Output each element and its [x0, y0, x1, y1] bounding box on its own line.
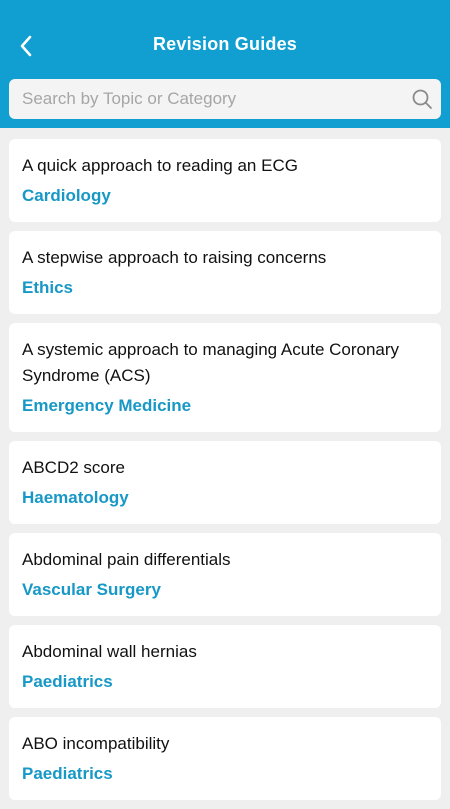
- guide-title: ABO incompatibility: [22, 734, 170, 753]
- app-header: Revision Guides: [0, 0, 450, 128]
- guide-title: A quick approach to reading an ECG: [22, 156, 298, 175]
- guide-category: Cardiology: [22, 186, 111, 205]
- guide-category: Paediatrics: [22, 764, 113, 783]
- guide-category: Ethics: [22, 278, 74, 297]
- search-input[interactable]: [9, 79, 399, 119]
- search-icon[interactable]: [411, 88, 433, 110]
- guide-title: A stepwise approach to raising concerns: [22, 248, 327, 267]
- page-title: Revision Guides: [152, 34, 298, 54]
- guide-title: Abdominal wall hernias: [22, 642, 197, 661]
- guide-card[interactable]: A systemic approach to managing Acute Co…: [9, 323, 441, 432]
- guide-card[interactable]: Abdominal pain differentials Vascular Su…: [9, 533, 441, 616]
- guide-category: Paediatrics: [22, 672, 113, 691]
- guide-category: Vascular Surgery: [22, 580, 161, 599]
- guide-category: Emergency Medicine: [22, 396, 192, 415]
- guide-card[interactable]: Abdominal wall hernias Paediatrics: [9, 625, 441, 708]
- guide-title: Abdominal pain differentials: [22, 550, 231, 569]
- search-bar[interactable]: [9, 79, 441, 119]
- guide-card[interactable]: A stepwise approach to raising concerns …: [9, 231, 441, 314]
- guide-card[interactable]: ABCD2 score Haematology: [9, 441, 441, 524]
- guide-title: A systemic approach to managing Acute Co…: [22, 340, 400, 385]
- guide-title: ABCD2 score: [22, 458, 125, 477]
- guide-card[interactable]: A quick approach to reading an ECG Cardi…: [9, 139, 441, 222]
- guide-card[interactable]: ABO incompatibility Paediatrics: [9, 717, 441, 800]
- guide-list: A quick approach to reading an ECG Cardi…: [9, 139, 441, 809]
- guide-category: Haematology: [22, 488, 129, 507]
